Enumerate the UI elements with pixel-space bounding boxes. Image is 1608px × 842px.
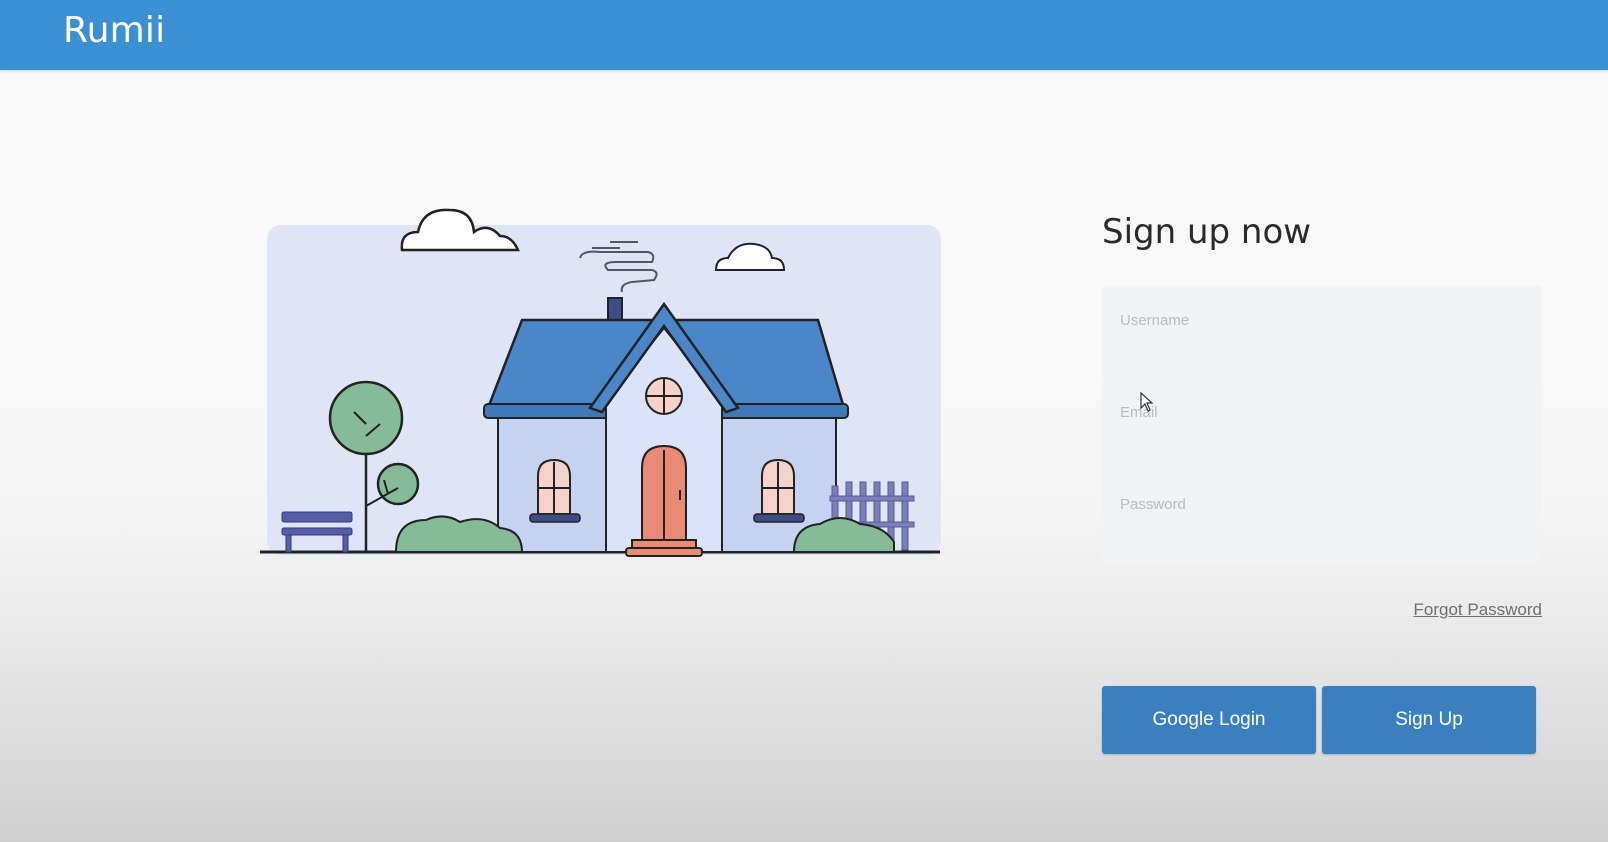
forgot-password-link[interactable]: Forgot Password (1414, 600, 1543, 620)
mouse-cursor-icon (1140, 392, 1154, 412)
password-field-wrapper (1102, 474, 1542, 534)
email-field-wrapper (1102, 382, 1542, 442)
top-app-bar: Rumii (0, 0, 1608, 70)
username-field-wrapper (1102, 290, 1542, 350)
app-brand-title: Rumii (63, 10, 166, 51)
house-illustration (260, 208, 941, 557)
form-title: Sign up now (1102, 212, 1312, 252)
form-fields-container (1102, 286, 1542, 564)
signup-button[interactable]: Sign Up (1322, 686, 1536, 754)
google-login-button[interactable]: Google Login (1102, 686, 1316, 754)
password-input[interactable] (1102, 474, 1542, 534)
username-input[interactable] (1102, 290, 1542, 350)
email-input[interactable] (1102, 382, 1542, 442)
